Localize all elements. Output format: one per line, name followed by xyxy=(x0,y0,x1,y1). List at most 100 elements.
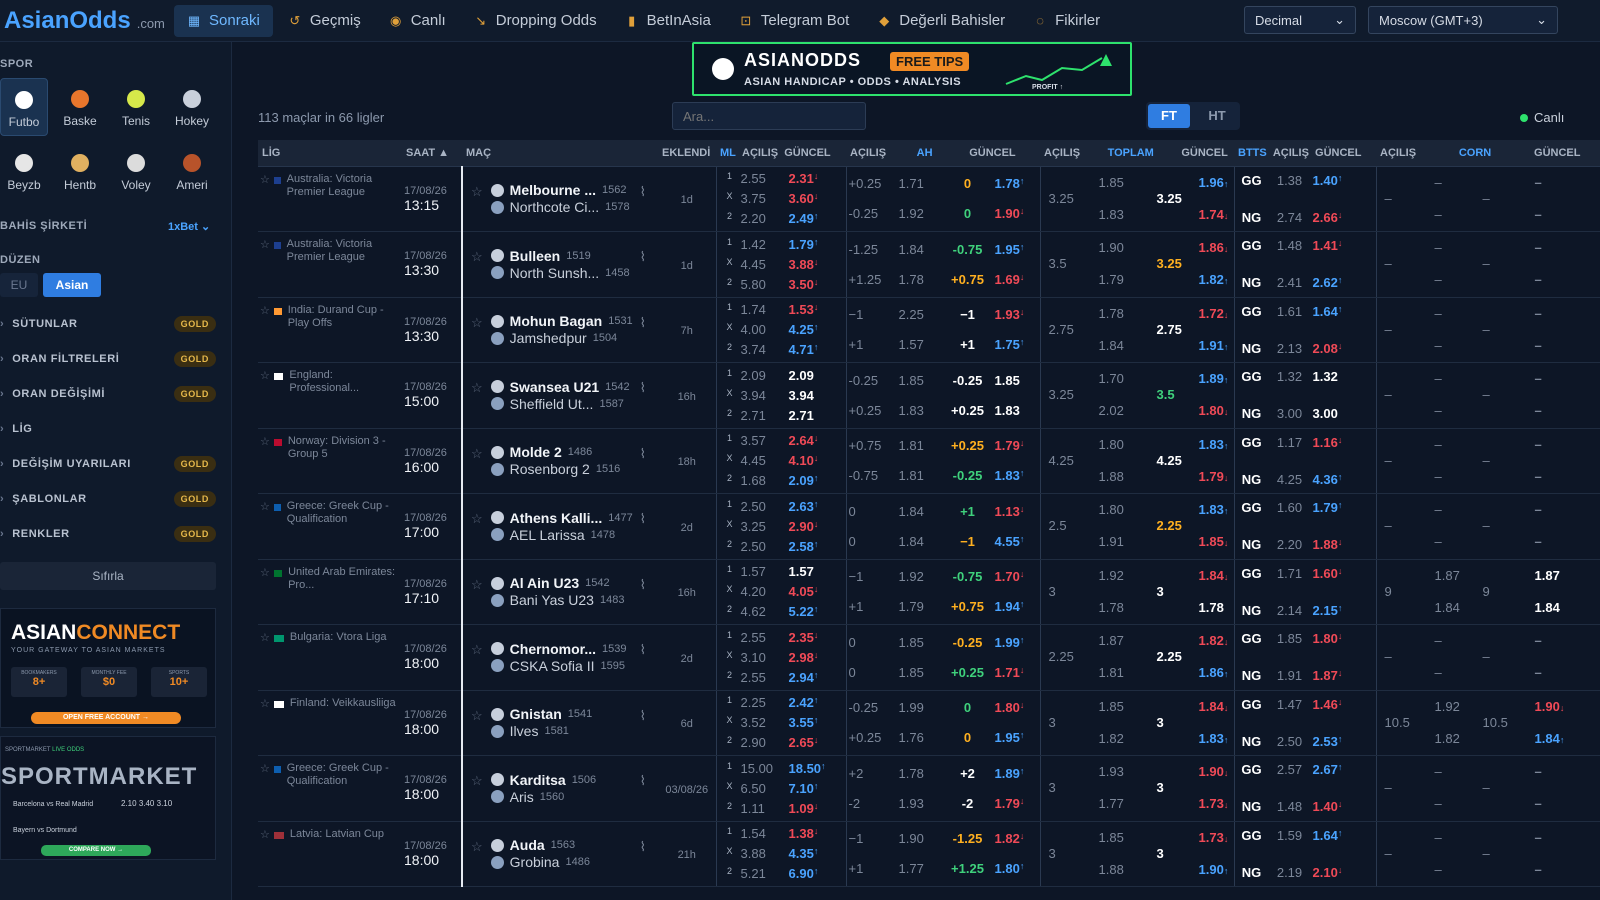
nav-bulb[interactable]: ◌ Fikirler xyxy=(1020,5,1113,37)
chart-icon[interactable]: ⌇ xyxy=(640,446,646,462)
col-time[interactable]: SAAT ▲ xyxy=(402,140,462,167)
favorite-star-icon[interactable]: ☆ xyxy=(471,773,483,789)
match-cell[interactable]: ☆ Mohun Bagan 1531 Jamshedpur 1504 ⌇ xyxy=(462,297,658,363)
sidebar-row[interactable]: › SÜTUNLAR GOLD xyxy=(0,311,220,337)
total-cell[interactable]: 2.25 1.87 1.81 2.25 1.82↓ 1.86↑ xyxy=(1040,624,1235,691)
btts-cell[interactable]: GG 1.61 1.64 ↑ NG 2.13 2.08 ↓ xyxy=(1234,297,1377,363)
match-cell[interactable]: ☆ Molde 2 1486 Rosenborg 2 1516 ⌇ xyxy=(462,428,658,494)
nav-bar-chart[interactable]: ▮ BetInAsia xyxy=(612,5,724,37)
away-team[interactable]: Rosenborg 2 1516 xyxy=(490,461,636,478)
total-cell[interactable]: 3 1.85 1.82 3 1.84↓ 1.83↑ xyxy=(1040,690,1235,756)
ah-cell[interactable]: 0 1.85 -0.25 1.99 ↑ 0 1.85 +0.25 1.71 ↓ xyxy=(846,624,1041,691)
btts-cell[interactable]: GG 1.48 1.41 ↓ NG 2.41 2.62 ↑ xyxy=(1234,231,1377,298)
star-icon[interactable]: ☆ xyxy=(260,435,270,461)
ml-cell[interactable]: 1 2.50 2.63 ↑ X 3.25 2.90 ↓ 2 2.50 2.58 ↑ xyxy=(716,493,847,560)
btts-cell[interactable]: GG 1.60 1.79 ↑ NG 2.20 1.88 ↓ xyxy=(1234,493,1377,560)
home-team[interactable]: Gnistan 1541 xyxy=(490,706,636,723)
bookmaker-select[interactable]: 1xBet ⌄ xyxy=(168,220,210,233)
sidebar-row[interactable]: › LİG xyxy=(0,416,220,442)
live-toggle[interactable]: Canlı xyxy=(1520,110,1564,125)
total-cell[interactable]: 3.25 1.85 1.83 3.25 1.96↑ 1.74↓ xyxy=(1040,166,1235,232)
total-cell[interactable]: 3 1.92 1.78 3 1.84↓ 1.78 xyxy=(1040,559,1235,625)
league-name[interactable]: Australia: Victoria Premier League xyxy=(287,238,400,264)
col-match[interactable]: MAÇ xyxy=(462,140,658,167)
chart-icon[interactable]: ⌇ xyxy=(640,184,646,200)
table-row[interactable]: ☆ Greece: Greek Cup - Qualification 17/08/… xyxy=(258,493,1600,560)
corners-cell[interactable]: – – – – – – xyxy=(1376,493,1600,560)
sport-hockey[interactable]: Hokey xyxy=(168,78,216,136)
sportmarket-ad[interactable]: SPORTMARKET LIVE ODDS SPORTMARKET Barcel… xyxy=(0,736,216,860)
corners-cell[interactable]: – – – – – – xyxy=(1376,755,1600,822)
away-team[interactable]: CSKA Sofia II 1595 xyxy=(490,657,636,674)
sport-volleyball[interactable]: Voley xyxy=(112,142,160,200)
nav-trend-down[interactable]: ↘ Dropping Odds xyxy=(461,5,610,37)
ah-cell[interactable]: −1 2.25 −1 1.93 ↓ +1 1.57 +1 1.75 ↑ xyxy=(846,297,1041,363)
favorite-star-icon[interactable]: ☆ xyxy=(471,446,483,462)
ah-cell[interactable]: +0.75 1.81 +0.25 1.79 ↓ -0.75 1.81 -0.25 1.83 ↑ xyxy=(846,428,1041,494)
ml-cell[interactable]: 1 3.57 2.64 ↓ X 4.45 4.10 ↓ 2 1.68 2.09 ↑ xyxy=(716,428,847,494)
corners-cell[interactable]: – – – – – – xyxy=(1376,362,1600,429)
league-name[interactable]: England: Professional... xyxy=(289,369,400,395)
star-icon[interactable]: ☆ xyxy=(260,304,270,330)
match-cell[interactable]: ☆ Auda 1563 Grobina 1486 ⌇ xyxy=(462,821,658,887)
sport-american-football[interactable]: Ameri xyxy=(168,142,216,200)
total-cell[interactable]: 3 1.93 1.77 3 1.90↓ 1.73↓ xyxy=(1040,755,1235,822)
table-row[interactable]: ☆ England: Professional... 17/08/26 15:00 ☆ S… xyxy=(258,362,1600,429)
ah-cell[interactable]: −1 1.90 -1.25 1.82 ↓ +1 1.77 +1.25 1.80 ↑ xyxy=(846,821,1041,887)
ah-cell[interactable]: -1.25 1.84 -0.75 1.95 ↑ +1.25 1.78 +0.75 1.69 ↓ xyxy=(846,231,1041,298)
favorite-star-icon[interactable]: ☆ xyxy=(471,708,483,724)
away-team[interactable]: Northcote Ci... 1578 xyxy=(490,199,636,216)
league-name[interactable]: Greece: Greek Cup - Qualification xyxy=(287,762,400,788)
nav-history[interactable]: ↺ Geçmiş xyxy=(275,5,374,37)
total-cell[interactable]: 3.25 1.70 2.02 3.5 1.89↑ 1.80↓ xyxy=(1040,362,1235,429)
star-icon[interactable]: ☆ xyxy=(260,500,270,526)
star-icon[interactable]: ☆ xyxy=(260,631,270,644)
home-team[interactable]: Chernomor... 1539 xyxy=(490,640,636,657)
league-name[interactable]: Australia: Victoria Premier League xyxy=(287,173,400,199)
league-name[interactable]: Bulgaria: Vtora Liga xyxy=(290,631,387,644)
ah-cell[interactable]: -0.25 1.99 0 1.80 ↓ +0.25 1.76 0 1.95 ↑ xyxy=(846,690,1041,756)
sport-baseball[interactable]: Beyzb xyxy=(0,142,48,200)
layout-asian-button[interactable]: Asian xyxy=(43,273,101,297)
table-row[interactable]: ☆ Australia: Victoria Premier League 17/08… xyxy=(258,231,1600,298)
star-icon[interactable]: ☆ xyxy=(260,762,270,788)
favorite-star-icon[interactable]: ☆ xyxy=(471,249,483,265)
star-icon[interactable]: ☆ xyxy=(260,566,270,592)
corners-cell[interactable]: – – – – – – xyxy=(1376,166,1600,232)
total-cell[interactable]: 3 1.85 1.88 3 1.73↓ 1.90↑ xyxy=(1040,821,1235,887)
nav-live[interactable]: ◉ Canlı xyxy=(376,5,459,37)
chart-icon[interactable]: ⌇ xyxy=(640,511,646,527)
chart-icon[interactable]: ⌇ xyxy=(640,249,646,265)
ml-cell[interactable]: 1 2.25 2.42 ↑ X 3.52 3.55 ↑ 2 2.90 2.65 ↓ xyxy=(716,690,847,756)
logo[interactable]: AsianOdds .com xyxy=(4,7,174,35)
favorite-star-icon[interactable]: ☆ xyxy=(471,315,483,331)
ah-cell[interactable]: −1 1.92 -0.75 1.70 ↓ +1 1.79 +0.75 1.94 ↑ xyxy=(846,559,1041,625)
sport-football[interactable]: Futbo xyxy=(0,78,48,136)
reset-button[interactable]: Sıfırla xyxy=(0,562,216,590)
sport-basketball[interactable]: Baske xyxy=(56,78,104,136)
home-team[interactable]: Bulleen 1519 xyxy=(490,247,636,264)
ah-cell[interactable]: +2 1.78 +2 1.89 ↑ -2 1.93 -2 1.79 ↓ xyxy=(846,755,1041,822)
away-team[interactable]: Sheffield Ut... 1587 xyxy=(490,395,636,412)
chart-icon[interactable]: ⌇ xyxy=(640,642,646,658)
favorite-star-icon[interactable]: ☆ xyxy=(471,839,483,855)
btts-cell[interactable]: GG 1.32 1.32 NG 3.00 3.00 xyxy=(1234,362,1377,429)
favorite-star-icon[interactable]: ☆ xyxy=(471,511,483,527)
ah-cell[interactable]: 0 1.84 +1 1.13 ↓ 0 1.84 −1 4.55 ↑ xyxy=(846,493,1041,560)
sport-tennis[interactable]: Tenis xyxy=(112,78,160,136)
ht-button[interactable]: HT xyxy=(1196,104,1238,128)
nav-bot[interactable]: ⊡ Telegram Bot xyxy=(726,5,862,37)
chart-icon[interactable]: ⌇ xyxy=(640,577,646,593)
away-team[interactable]: Ilves 1581 xyxy=(490,723,636,740)
home-team[interactable]: Al Ain U23 1542 xyxy=(490,575,636,592)
league-name[interactable]: Finland: Veikkausliiga xyxy=(290,697,396,710)
match-cell[interactable]: ☆ Melbourne ... 1562 Northcote Ci... 1578 ⌇ xyxy=(462,166,658,232)
home-team[interactable]: Swansea U21 1542 xyxy=(490,378,636,395)
ft-button[interactable]: FT xyxy=(1148,104,1190,128)
total-cell[interactable]: 2.75 1.78 1.84 2.75 1.72↓ 1.91↑ xyxy=(1040,297,1235,363)
corners-cell[interactable]: – – – – – – xyxy=(1376,428,1600,494)
btts-cell[interactable]: GG 1.71 1.60 ↓ NG 2.14 2.15 ↑ xyxy=(1234,559,1377,625)
ml-cell[interactable]: 1 1.57 1.57 X 4.20 4.05 ↓ 2 4.62 5.22 ↑ xyxy=(716,559,847,625)
ad2-cta-button[interactable]: COMPARE NOW → xyxy=(41,845,151,856)
star-icon[interactable]: ☆ xyxy=(260,173,270,199)
